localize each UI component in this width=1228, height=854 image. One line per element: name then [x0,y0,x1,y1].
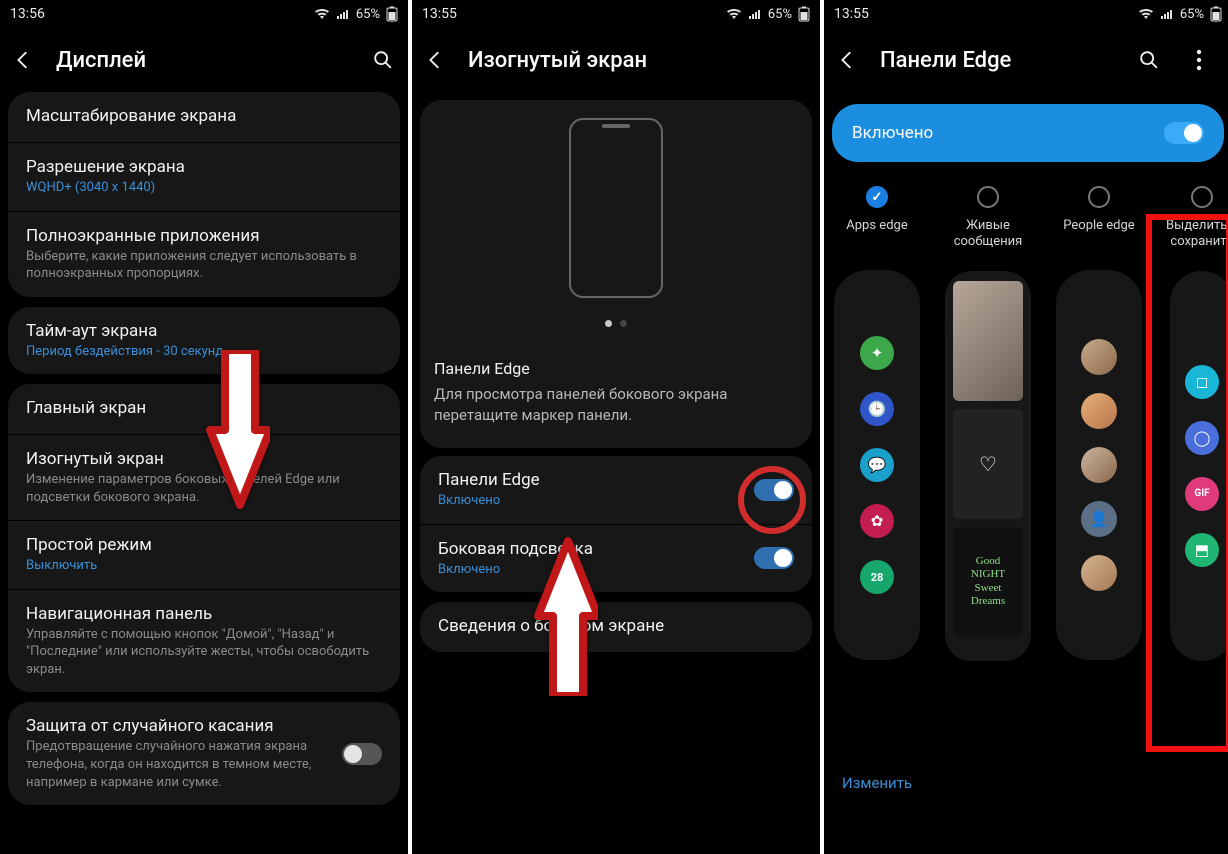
status-time: 13:55 [834,6,1138,22]
page-title: Дисплей [56,48,352,73]
avatar-icon [1081,447,1117,483]
wifi-icon [1138,8,1154,20]
calendar-icon: 28 [860,560,894,594]
battery-icon [798,6,810,22]
row-title: Навигационная панель [26,604,382,624]
wifi-icon [726,8,742,20]
wifi-icon [314,8,330,20]
toggle-master[interactable] [1164,122,1204,144]
illustration-card: Панели Edge Для просмотра панелей боково… [420,100,812,448]
panel-checkbox[interactable] [866,186,888,208]
live-msg-thumb: ♡ [953,409,1023,519]
row-fullscreen-apps[interactable]: Полноэкранные приложения Выберите, какие… [8,212,400,297]
live-msg-thumb: Good NIGHT Sweet Dreams [953,527,1023,637]
row-title: Сведения о боковом экране [438,616,794,636]
row-title: Разрешение экрана [26,157,382,177]
illustration-title: Панели Edge [434,359,798,378]
calculator-icon: ✦ [860,336,894,370]
row-subtitle: WQHD+ (3040 x 1440) [26,179,382,197]
page-indicator [434,312,798,331]
live-msg-thumb [953,281,1023,401]
annotation-circle [738,466,806,534]
phone-outline-icon [569,118,663,298]
status-bar: 13:55 65% [824,0,1228,28]
search-icon[interactable] [1138,49,1162,71]
row-title: Простой режим [26,535,382,555]
panel-checkbox[interactable] [977,186,999,208]
panel-preview: ♡ Good NIGHT Sweet Dreams [945,271,1031,661]
battery-icon [1210,6,1222,22]
phone-edge-panels: 13:55 65% Панели Edge Включено Apps edge [824,0,1228,854]
edit-link[interactable]: Изменить [842,774,912,792]
page-title: Панели Edge [880,48,1118,73]
signal-icon [336,8,350,20]
panel-checkbox[interactable] [1088,186,1110,208]
avatar-placeholder-icon: 👤 [1081,501,1117,537]
enabled-label: Включено [852,123,1164,143]
row-subtitle: Выключить [26,557,382,575]
app-header: Дисплей [0,28,408,92]
row-scaling[interactable]: Масштабирование экрана [8,92,400,143]
battery-icon [386,6,398,22]
app-header: Панели Edge [824,28,1228,92]
row-nav-panel[interactable]: Навигационная панель Управляйте с помощь… [8,590,400,693]
battery-percent: 65% [356,7,380,22]
panel-label: Apps edge [846,218,907,250]
panel-live-messages[interactable]: Живые сообщения ♡ Good NIGHT Sweet Dream… [940,186,1036,746]
status-bar: 13:56 65% [0,0,408,28]
row-title: Масштабирование экрана [26,106,382,126]
panel-preview: ✦ 🕒 💬 ✿ 28 [834,270,920,660]
phone-display-settings: 13:56 65% Дисплей Масштабирование экрана [0,0,408,854]
row-accidental-touch[interactable]: Защита от случайного касания Предотвраще… [8,702,400,805]
row-resolution[interactable]: Разрешение экрана WQHD+ (3040 x 1440) [8,143,400,212]
gallery-icon: ✿ [860,504,894,538]
toggle-accidental-touch[interactable] [342,743,382,765]
back-icon[interactable] [12,49,36,71]
row-title: Панели Edge [438,470,754,490]
row-title: Защита от случайного касания [26,716,342,736]
avatar-icon [1081,393,1117,429]
app-header: Изогнутый экран [412,28,820,92]
panel-label: Живые сообщения [954,218,1023,251]
search-icon[interactable] [372,49,396,71]
clock-icon: 🕒 [860,392,894,426]
row-title: Тайм-аут экрана [26,321,382,341]
avatar-icon [1081,555,1117,591]
avatar-icon [1081,339,1117,375]
back-icon[interactable] [424,49,448,71]
battery-percent: 65% [768,7,792,22]
row-edge-lighting[interactable]: Боковая подсветка Включено [420,525,812,593]
battery-percent: 65% [1180,7,1204,22]
illustration-body: Для просмотра панелей бокового экрана пе… [434,384,798,426]
phone-edge-screen: 13:55 65% Изогнутый экран Панели Edge Дл… [412,0,820,854]
status-time: 13:56 [10,6,314,22]
annotation-box [1146,214,1228,752]
row-subtitle: Управляйте с помощью кнопок "Домой", "На… [26,626,382,679]
row-title: Полноэкранные приложения [26,226,382,246]
row-easy-mode[interactable]: Простой режим Выключить [8,521,400,590]
annotation-arrow-icon [508,536,598,696]
annotation-arrow-icon [180,350,270,510]
status-time: 13:55 [422,6,726,22]
signal-icon [1160,8,1174,20]
row-subtitle: Включено [438,492,754,510]
page-title: Изогнутый экран [468,48,808,73]
panel-people-edge[interactable]: People edge 👤 [1054,186,1144,746]
signal-icon [748,8,762,20]
status-bar: 13:55 65% [412,0,820,28]
panel-checkbox[interactable] [1191,186,1213,208]
toggle-edge-lighting[interactable] [754,547,794,569]
enabled-pill[interactable]: Включено [832,104,1224,162]
more-icon[interactable] [1196,49,1220,71]
row-subtitle: Предотвращение случайного нажатия экрана… [26,738,342,791]
back-icon[interactable] [836,49,860,71]
messages-icon: 💬 [860,448,894,482]
panel-label: People edge [1063,218,1134,250]
panel-apps-edge[interactable]: Apps edge ✦ 🕒 💬 ✿ 28 [832,186,922,746]
row-edge-info[interactable]: Сведения о боковом экране [420,602,812,652]
row-subtitle: Выберите, какие приложения следует испол… [26,248,382,283]
panel-preview: 👤 [1056,270,1142,660]
